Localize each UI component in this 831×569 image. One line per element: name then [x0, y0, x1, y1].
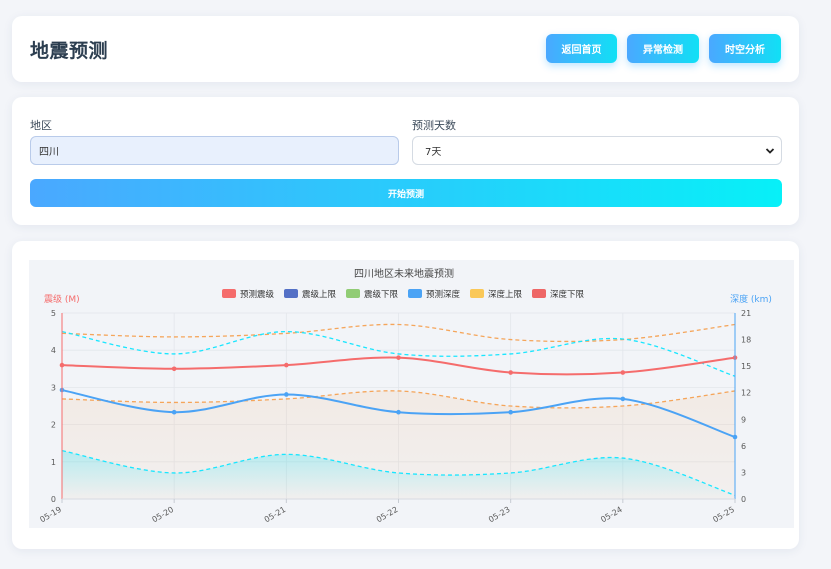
magnitude-point: [171, 366, 177, 372]
chart-legend: 预测震级 震级上限 震级下限 预测深度 深度上限 深度下限: [222, 289, 585, 300]
y-right-tick-label: 18: [741, 336, 751, 345]
depth-point: [171, 409, 177, 415]
y-left-tick-label: 2: [51, 421, 56, 430]
start-prediction-button[interactable]: 开始预测: [30, 179, 782, 207]
y-right-tick-label: 9: [741, 415, 746, 424]
y-left-tick-label: 4: [51, 346, 56, 355]
chart-area: 四川地区未来地震预测 预测震级 震级上限 震级下限 预测深度 深度上限 深度下限 震级 (…: [29, 260, 794, 528]
x-tick-label: 05-19: [38, 505, 63, 524]
magnitude-point: [620, 370, 626, 375]
forecast-chart: 四川地区未来地震预测 预测震级 震级上限 震级下限 预测深度 深度上限 深度下限 震级 (…: [38, 267, 772, 524]
depth-point: [284, 392, 289, 397]
y-right-tick-label: 15: [741, 362, 751, 371]
chart-card: 四川地区未来地震预测 预测震级 震级上限 震级下限 预测深度 深度上限 深度下限 震级 (…: [12, 241, 799, 549]
depth-point: [508, 409, 513, 415]
y-left-tick-label: 5: [51, 309, 56, 318]
anomaly-detection-button[interactable]: 异常检测: [627, 34, 699, 63]
spatiotemporal-analysis-button[interactable]: 时空分析: [709, 34, 781, 63]
region-input[interactable]: 四川: [30, 136, 399, 165]
legend-swatch: [284, 289, 298, 298]
y-left-axis-label: 震级 (M): [44, 293, 80, 305]
days-label: 预测天数: [412, 119, 456, 132]
magnitude-point: [396, 355, 401, 360]
days-select[interactable]: 7天: [412, 136, 782, 165]
magnitude-point: [508, 370, 513, 375]
chevron-down-icon: [765, 148, 775, 154]
y-left-tick-label: 3: [51, 383, 56, 392]
legend-label: 深度下限: [550, 289, 585, 300]
days-select-value: 7天: [425, 147, 442, 158]
depth-point: [396, 409, 401, 415]
prediction-form: 地区 四川 预测天数 7天 开始预测: [12, 97, 799, 225]
legend-swatch: [532, 289, 546, 298]
chart-title: 四川地区未来地震预测: [354, 267, 454, 280]
x-tick-label: 05-22: [375, 505, 400, 524]
legend-label: 深度上限: [488, 289, 523, 300]
y-right-tick-label: 0: [741, 495, 746, 504]
y-right-tick-label: 3: [741, 468, 746, 477]
y-left-tick-label: 1: [51, 458, 56, 467]
legend-label: 预测震级: [240, 289, 275, 300]
x-tick-label: 05-23: [487, 505, 512, 524]
page-title: 地震预测: [30, 40, 109, 62]
legend-swatch: [470, 289, 484, 298]
x-tick-label: 05-25: [711, 505, 736, 524]
y-right-axis-label: 深度 (km): [730, 293, 772, 305]
legend-label: 震级下限: [364, 289, 399, 300]
x-tick-label: 05-21: [263, 505, 288, 524]
home-button[interactable]: 返回首页: [546, 34, 617, 63]
legend-label: 震级上限: [302, 289, 337, 300]
y-right-tick-label: 12: [741, 389, 751, 398]
header-card: 地震预测 返回首页 异常检测 时空分析: [12, 16, 799, 82]
magnitude-point: [284, 362, 289, 368]
legend-swatch: [346, 289, 360, 298]
y-right-tick-label: 21: [741, 309, 751, 318]
region-label: 地区: [30, 119, 52, 132]
x-tick-label: 05-20: [151, 505, 176, 524]
legend-swatch: [408, 289, 422, 298]
x-tick-label: 05-24: [599, 505, 624, 524]
legend-swatch: [222, 289, 236, 298]
y-left-tick-label: 0: [51, 495, 56, 504]
depth-point: [620, 396, 626, 402]
y-right-tick-label: 6: [741, 442, 746, 451]
legend-label: 预测深度: [426, 289, 461, 300]
